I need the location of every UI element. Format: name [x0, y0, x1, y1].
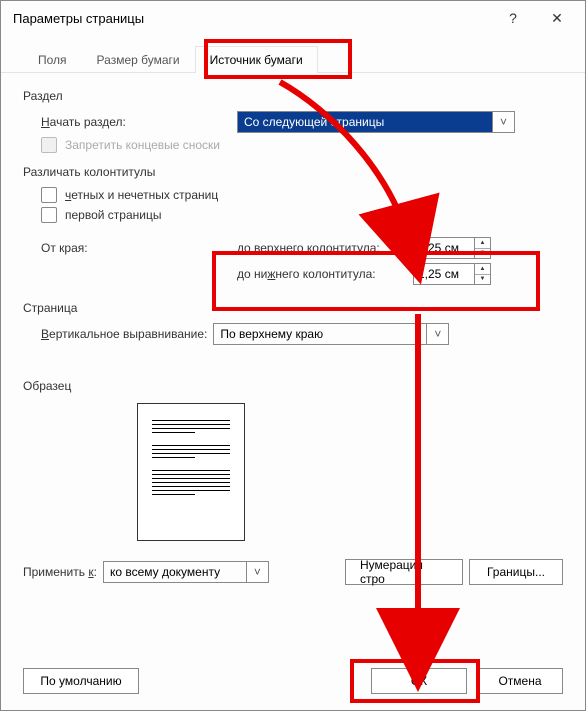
borders-button[interactable]: Границы... — [469, 559, 563, 585]
headers-footers-group-label: Различать колонтитулы — [23, 165, 563, 179]
header-distance-label: до верхнего колонтитула: — [237, 241, 403, 255]
help-button[interactable]: ? — [491, 3, 535, 33]
page-group-label: Страница — [23, 301, 563, 315]
tab-paper-size[interactable]: Размер бумаги — [82, 46, 195, 73]
odd-even-label: четных и нечетных страниц — [65, 188, 218, 202]
footer-distance-spinner[interactable]: ▲▼ — [413, 263, 491, 285]
valign-value: По верхнему краю — [213, 323, 427, 345]
apply-to-label: Применить к: — [23, 565, 97, 579]
first-page-label: первой страницы — [65, 208, 161, 222]
spin-up-icon[interactable]: ▲ — [475, 264, 490, 275]
chevron-down-icon: ˅ — [427, 323, 449, 345]
first-page-checkbox[interactable] — [41, 207, 57, 223]
ok-button[interactable]: ОК — [371, 668, 467, 694]
spin-down-icon[interactable]: ▼ — [475, 249, 490, 259]
suppress-endnotes-label: Запретить концевые сноски — [65, 138, 220, 152]
section-start-label: Начать раздел: — [41, 115, 237, 129]
spinner-buttons[interactable]: ▲▼ — [475, 237, 491, 259]
line-numbers-button[interactable]: Нумерация стро — [345, 559, 463, 585]
spinner-buttons[interactable]: ▲▼ — [475, 263, 491, 285]
page-setup-dialog: Параметры страницы ? ✕ Поля Размер бумаг… — [0, 0, 586, 711]
dialog-footer: По умолчанию ОК Отмена — [1, 658, 585, 710]
tab-strip: Поля Размер бумаги Источник бумаги — [1, 35, 585, 73]
chevron-down-icon: ˅ — [247, 561, 269, 583]
footer-distance-input[interactable] — [413, 263, 475, 285]
header-distance-input[interactable] — [413, 237, 475, 259]
titlebar: Параметры страницы ? ✕ — [1, 1, 585, 35]
chevron-down-icon: ˅ — [493, 111, 515, 133]
cancel-button[interactable]: Отмена — [477, 668, 563, 694]
dialog-title: Параметры страницы — [13, 11, 491, 26]
apply-to-value: ко всему документу — [103, 561, 247, 583]
footer-distance-label: до нижнего колонтитула: — [237, 267, 403, 281]
from-edge-label: От края: — [41, 233, 237, 255]
header-distance-spinner[interactable]: ▲▼ — [413, 237, 491, 259]
spin-up-icon[interactable]: ▲ — [475, 238, 490, 249]
odd-even-checkbox[interactable] — [41, 187, 57, 203]
preview-page — [137, 403, 245, 541]
dialog-content: Раздел Начать раздел: Со следующей стран… — [1, 73, 585, 658]
valign-select[interactable]: По верхнему краю ˅ — [213, 323, 449, 345]
suppress-endnotes-checkbox — [41, 137, 57, 153]
section-group-label: Раздел — [23, 89, 563, 103]
close-button[interactable]: ✕ — [535, 3, 579, 33]
apply-to-select[interactable]: ко всему документу ˅ — [103, 561, 269, 583]
preview-group-label: Образец — [23, 379, 563, 393]
set-default-button[interactable]: По умолчанию — [23, 668, 139, 694]
section-start-value: Со следующей страницы — [237, 111, 493, 133]
valign-label: Вертикальное выравнивание: — [41, 327, 207, 341]
spin-down-icon[interactable]: ▼ — [475, 275, 490, 285]
section-start-select[interactable]: Со следующей страницы ˅ — [237, 111, 515, 133]
tab-paper-source[interactable]: Источник бумаги — [195, 46, 318, 73]
tab-margins[interactable]: Поля — [23, 46, 82, 73]
